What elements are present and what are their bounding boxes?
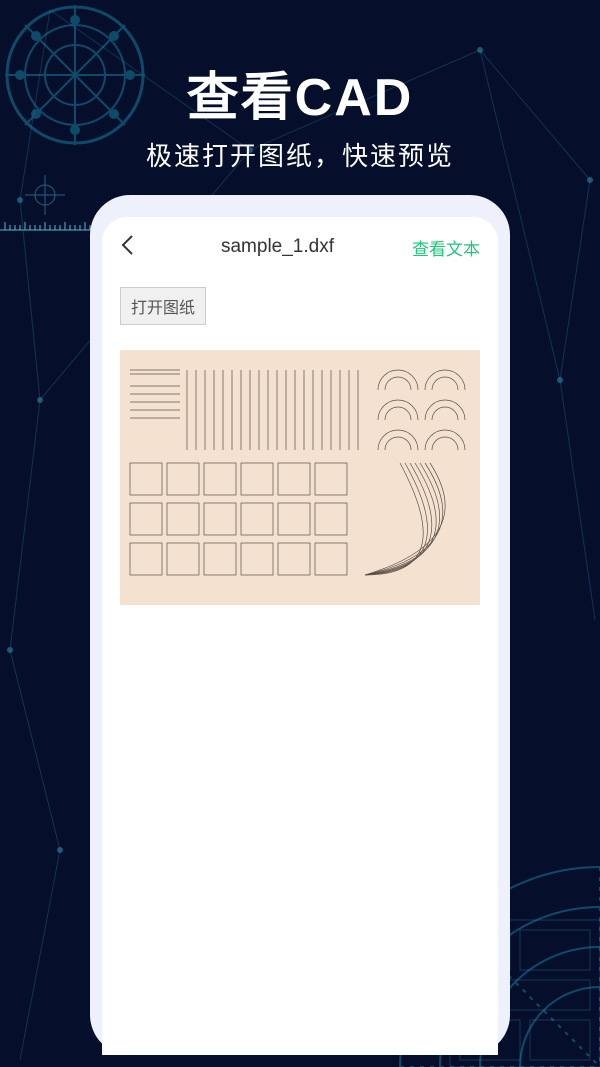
promo-text-block: 查看CAD 极速打开图纸，快速预览 — [0, 55, 600, 173]
cad-drawing — [120, 350, 480, 605]
chevron-left-icon — [120, 234, 134, 256]
phone-frame: sample_1.dxf 查看文本 打开图纸 — [90, 195, 510, 1055]
ruler-decoration — [0, 218, 100, 233]
promo-title: 查看CAD — [0, 55, 600, 130]
phone-screen: sample_1.dxf 查看文本 打开图纸 — [102, 217, 498, 1055]
view-text-button[interactable]: 查看文本 — [405, 235, 480, 260]
promo-subtitle: 极速打开图纸，快速预览 — [0, 136, 600, 173]
open-drawing-button[interactable]: 打开图纸 — [120, 287, 206, 325]
file-title: sample_1.dxf — [150, 236, 405, 258]
cad-preview[interactable] — [120, 350, 480, 605]
app-header: sample_1.dxf 查看文本 — [102, 217, 498, 277]
back-button[interactable] — [120, 232, 150, 263]
